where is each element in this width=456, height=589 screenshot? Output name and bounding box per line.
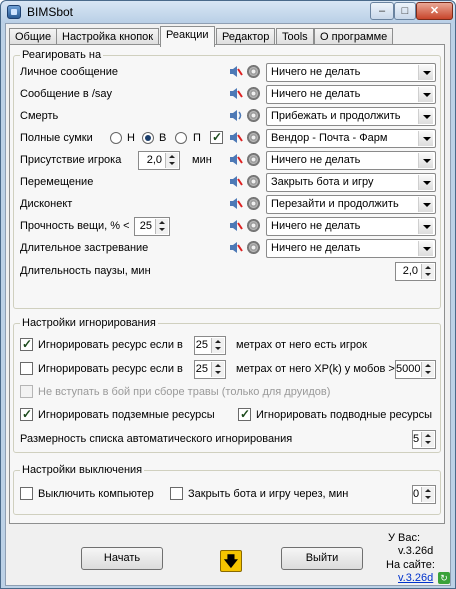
row-label-death: Смерть	[20, 110, 59, 122]
death-action-select[interactable]: Прибежать и продолжить	[266, 107, 436, 126]
local-version-value: v.3.26d	[398, 545, 434, 557]
gear-icon[interactable]	[247, 241, 260, 254]
close-after-checkbox[interactable]	[170, 487, 183, 500]
movement-action-select[interactable]: Закрыть бота и игру	[266, 173, 436, 192]
row-label-player-presence: Присутствие игрока	[20, 154, 122, 166]
say-message-action-select[interactable]: Ничего не делать	[266, 85, 436, 104]
sound-muted-icon[interactable]	[229, 219, 243, 232]
bags-radio-n-label: Н	[127, 132, 135, 144]
app-icon	[7, 5, 21, 19]
gear-icon[interactable]	[247, 219, 260, 232]
maximize-button[interactable]: □	[394, 2, 416, 20]
row-label-durability: Прочность вещи, % <	[20, 220, 130, 232]
bags-radio-p[interactable]	[175, 132, 187, 144]
durability-action-select[interactable]: Ничего не делать	[266, 217, 436, 236]
ignore-underwater-checkbox[interactable]	[238, 407, 251, 421]
start-button[interactable]: Начать	[81, 547, 163, 570]
row-label-say-message: Сообщение в /say	[20, 88, 112, 100]
gear-icon[interactable]	[247, 109, 260, 122]
ignore-underground-checkbox[interactable]	[20, 407, 33, 421]
gear-icon[interactable]	[247, 65, 260, 78]
row-label-full-bags: Полные сумки	[20, 132, 93, 144]
no-fight-herbs-label: Не вступать в бой при сборе травы (тольк…	[38, 386, 331, 398]
private-message-action-select[interactable]: Ничего не делать	[266, 63, 436, 82]
refresh-icon[interactable]: ↻	[438, 572, 450, 584]
client-area: Общие Настройка кнопок Реакции Редактор …	[5, 23, 451, 586]
minimize-button[interactable]: –	[370, 2, 394, 20]
gear-icon[interactable]	[247, 87, 260, 100]
sound-muted-icon[interactable]	[229, 65, 243, 78]
ignore-player-distance-spinner[interactable]: 25	[194, 336, 226, 355]
ignore-underground-label: Игнорировать подземные ресурсы	[38, 409, 215, 421]
shutdown-group-title: Настройки выключения	[20, 464, 145, 476]
site-version-link[interactable]: v.3.26d	[398, 572, 433, 584]
mob-xp-spinner[interactable]: 5000	[395, 360, 436, 379]
react-group-title: Реагировать на	[20, 49, 104, 61]
bags-radio-v[interactable]	[142, 132, 154, 144]
app-window: BIMSbot – □ ✕ Общие Настройка кнопок Реа…	[0, 0, 456, 589]
ignore-list-size-spinner[interactable]: 5	[412, 430, 436, 449]
gear-icon[interactable]	[247, 131, 260, 144]
row-label-private-message: Личное сообщение	[20, 66, 119, 78]
player-presence-action-select[interactable]: Ничего не делать	[266, 151, 436, 170]
pause-spinner[interactable]: 2,0	[395, 262, 436, 281]
exit-button[interactable]: Выйти	[281, 547, 363, 570]
row-label-disconnect: Дисконект	[20, 198, 73, 210]
sound-muted-icon[interactable]	[229, 153, 243, 166]
ignore-player-label: Игнорировать ресурс если в	[38, 339, 183, 351]
ignore-group: Настройки игнорирования Игнорировать рес…	[13, 317, 441, 453]
ignore-player-checkbox[interactable]	[20, 337, 33, 351]
react-group: Реагировать на Личное сообщение Ничего н…	[13, 49, 441, 309]
row-label-movement: Перемещение	[20, 176, 94, 188]
close-after-label: Закрыть бота и игру через, мин	[188, 488, 349, 500]
gear-icon[interactable]	[247, 153, 260, 166]
close-after-spinner[interactable]: 0	[412, 485, 436, 504]
tab-reactions[interactable]: Реакции	[160, 26, 215, 47]
sound-muted-icon[interactable]	[229, 131, 243, 144]
tab-page-reactions: Реагировать на Личное сообщение Ничего н…	[9, 44, 445, 524]
player-presence-spinner[interactable]: 2,0	[138, 151, 180, 170]
ignore-underwater-label: Игнорировать подводные ресурсы	[256, 409, 433, 421]
bags-radio-v-label: В	[159, 132, 167, 144]
bags-checkbox[interactable]	[210, 130, 223, 144]
pause-label: Длительность паузы, мин	[20, 265, 151, 277]
ignore-mob-xp-suffix: метрах от него XP(k) у мобов >	[236, 363, 395, 375]
full-bags-action-select[interactable]: Вендор - Почта - Фарм	[266, 129, 436, 148]
ignore-list-size-label: Размерность списка автоматического игнор…	[20, 433, 293, 445]
bags-radio-p-label: П	[193, 132, 201, 144]
long-stuck-action-select[interactable]: Ничего не делать	[266, 239, 436, 258]
player-presence-unit: мин	[192, 154, 212, 166]
ignore-mob-distance-spinner[interactable]: 25	[194, 360, 226, 379]
shutdown-pc-checkbox[interactable]	[20, 487, 33, 500]
close-button[interactable]: ✕	[416, 2, 453, 20]
shutdown-group: Настройки выключения Выключить компьютер…	[13, 464, 441, 515]
row-label-long-stuck: Длительное застревание	[20, 242, 149, 254]
site-version-label: На сайте:	[386, 559, 435, 571]
sound-muted-icon[interactable]	[229, 197, 243, 210]
shutdown-pc-label: Выключить компьютер	[38, 488, 154, 500]
ignore-mob-xp-checkbox[interactable]	[20, 362, 33, 375]
sound-on-icon[interactable]	[229, 109, 243, 122]
sound-muted-icon[interactable]	[229, 241, 243, 254]
local-version-label: У Вас:	[388, 532, 421, 544]
ignore-group-title: Настройки игнорирования	[20, 317, 158, 329]
gear-icon[interactable]	[247, 197, 260, 210]
bags-radio-n[interactable]	[110, 132, 122, 144]
window-title: BIMSbot	[27, 5, 74, 19]
title-bar: BIMSbot – □ ✕	[1, 1, 455, 23]
sound-muted-icon[interactable]	[229, 175, 243, 188]
gear-icon[interactable]	[247, 175, 260, 188]
ignore-player-suffix: метрах от него есть игрок	[236, 339, 367, 351]
no-fight-herbs-checkbox[interactable]	[20, 385, 33, 398]
durability-spinner[interactable]: 25	[134, 217, 170, 236]
download-arrow-icon[interactable]: 🡇	[220, 550, 242, 572]
disconnect-action-select[interactable]: Перезайти и продолжить	[266, 195, 436, 214]
ignore-mob-xp-label: Игнорировать ресурс если в	[38, 363, 183, 375]
sound-muted-icon[interactable]	[229, 87, 243, 100]
